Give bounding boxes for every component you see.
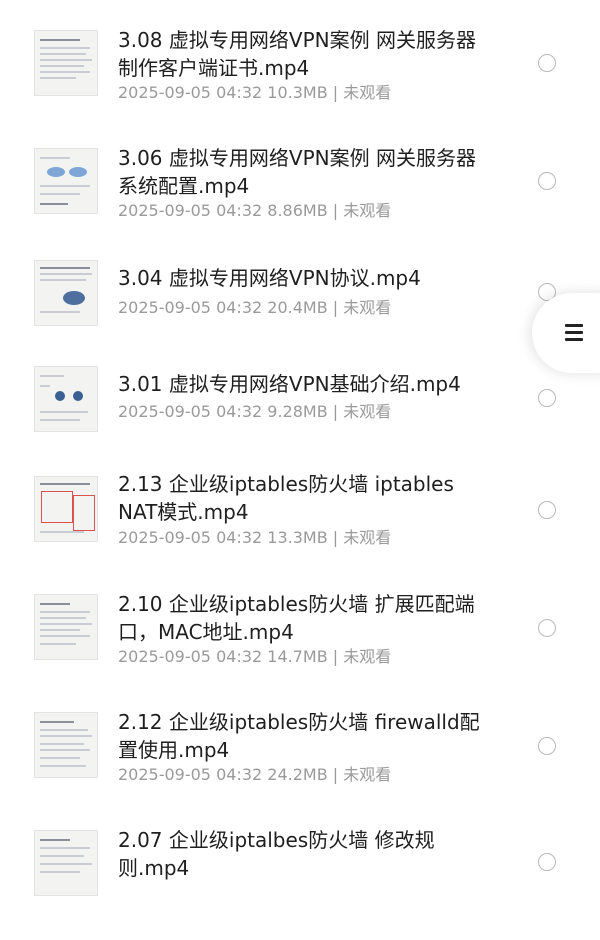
video-title: 2.07 企业级iptalbes防火墙 修改规则.mp4	[118, 828, 435, 880]
video-meta: 2025-09-05 04:32 20.4MB | 未观看	[118, 298, 391, 318]
video-date: 2025-09-05 04:32	[118, 201, 263, 220]
video-date: 2025-09-05 04:32	[118, 765, 263, 784]
list-item[interactable]: 3.01 虚拟专用网络VPN基础介绍.mp4 2025-09-05 04:32 …	[0, 362, 600, 480]
list-item[interactable]: 3.04 虚拟专用网络VPN协议.mp4 2025-09-05 04:32 20…	[0, 256, 600, 374]
list-item[interactable]: 3.06 虚拟专用网络VPN案例 网关服务器系统配置.mp4 2025-09-0…	[0, 138, 600, 256]
video-date: 2025-09-05 04:32	[118, 83, 263, 102]
video-meta: 2025-09-05 04:32 10.3MB | 未观看	[118, 83, 391, 103]
video-size: 9.28MB	[267, 402, 328, 421]
video-date: 2025-09-05 04:32	[118, 528, 263, 547]
video-thumbnail	[34, 830, 98, 896]
meta-separator: |	[332, 83, 339, 102]
video-size: 8.86MB	[267, 201, 328, 220]
video-meta: 2025-09-05 04:32 13.3MB | 未观看	[118, 528, 391, 548]
select-radio[interactable]	[538, 389, 556, 407]
video-size: 24.2MB	[267, 765, 328, 784]
select-radio[interactable]	[538, 619, 556, 637]
video-thumbnail	[34, 366, 98, 432]
watch-status: 未观看	[343, 647, 392, 666]
select-radio[interactable]	[538, 501, 556, 519]
video-title: 2.12 企业级iptables防火墙 firewalld配置使用.mp4	[118, 710, 480, 762]
video-meta: 2025-09-05 04:32 8.86MB | 未观看	[118, 201, 391, 221]
video-date: 2025-09-05 04:32	[118, 402, 263, 421]
watch-status: 未观看	[343, 83, 392, 102]
select-radio[interactable]	[538, 737, 556, 755]
watch-status: 未观看	[343, 528, 392, 547]
video-meta: 2025-09-05 04:32 14.7MB | 未观看	[118, 647, 391, 667]
video-thumbnail	[34, 594, 98, 660]
meta-separator: |	[332, 298, 339, 317]
video-thumbnail	[34, 260, 98, 326]
watch-status: 未观看	[343, 765, 392, 784]
video-title: 3.04 虚拟专用网络VPN协议.mp4	[118, 266, 421, 290]
list-item[interactable]: 2.13 企业级iptables防火墙 iptables NAT模式.mp4 2…	[0, 468, 600, 586]
video-thumbnail	[34, 148, 98, 214]
watch-status: 未观看	[343, 298, 392, 317]
video-thumbnail	[34, 30, 98, 96]
meta-separator: |	[332, 402, 339, 421]
meta-separator: |	[332, 647, 339, 666]
video-title: 3.06 虚拟专用网络VPN案例 网关服务器系统配置.mp4	[118, 146, 476, 198]
list-item[interactable]: 2.10 企业级iptables防火墙 扩展匹配端口，MAC地址.mp4 202…	[0, 586, 600, 704]
video-title: 3.01 虚拟专用网络VPN基础介绍.mp4	[118, 372, 461, 396]
list-item[interactable]: 3.08 虚拟专用网络VPN案例 网关服务器制作客户端证书.mp4 2025-0…	[0, 20, 600, 138]
video-thumbnail	[34, 476, 98, 542]
meta-separator: |	[332, 528, 339, 547]
list-item[interactable]: 2.12 企业级iptables防火墙 firewalld配置使用.mp4 20…	[0, 704, 600, 822]
video-thumbnail	[34, 712, 98, 778]
video-title: 2.10 企业级iptables防火墙 扩展匹配端口，MAC地址.mp4	[118, 592, 475, 644]
video-size: 14.7MB	[267, 647, 328, 666]
watch-status: 未观看	[343, 201, 392, 220]
video-meta: 2025-09-05 04:32 9.28MB | 未观看	[118, 402, 391, 422]
watch-status: 未观看	[343, 402, 392, 421]
select-radio[interactable]	[538, 54, 556, 72]
select-radio[interactable]	[538, 853, 556, 871]
meta-separator: |	[332, 765, 339, 784]
video-date: 2025-09-05 04:32	[118, 647, 263, 666]
video-title: 3.08 虚拟专用网络VPN案例 网关服务器制作客户端证书.mp4	[118, 28, 476, 80]
list-item[interactable]: 2.07 企业级iptalbes防火墙 修改规则.mp4	[0, 822, 600, 940]
video-size: 10.3MB	[267, 83, 328, 102]
video-title: 2.13 企业级iptables防火墙 iptables NAT模式.mp4	[118, 472, 454, 524]
video-meta: 2025-09-05 04:32 24.2MB | 未观看	[118, 765, 391, 785]
video-size: 13.3MB	[267, 528, 328, 547]
video-date: 2025-09-05 04:32	[118, 298, 263, 317]
select-radio[interactable]	[538, 172, 556, 190]
menu-icon	[565, 324, 583, 342]
meta-separator: |	[332, 201, 339, 220]
video-size: 20.4MB	[267, 298, 328, 317]
